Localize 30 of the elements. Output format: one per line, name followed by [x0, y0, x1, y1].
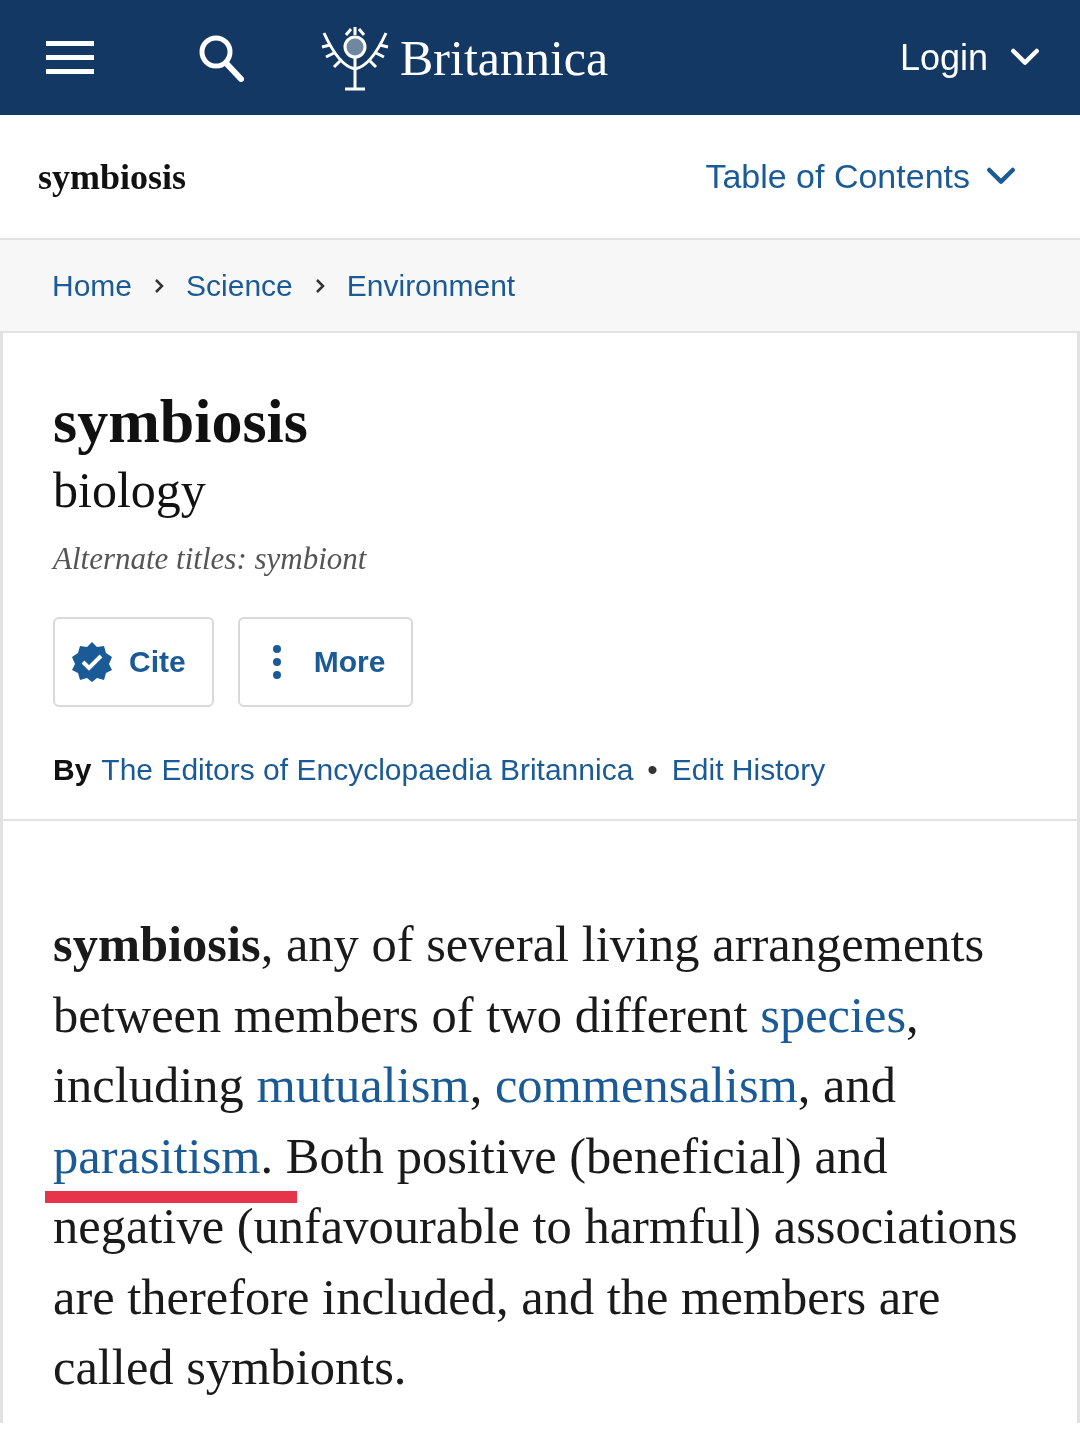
britannica-logo[interactable]: Britannica — [318, 22, 609, 93]
breadcrumb-link[interactable]: Environment — [346, 268, 516, 303]
verified-badge-icon — [71, 641, 113, 683]
article-subtitle: biology — [53, 461, 207, 520]
breadcrumb-link[interactable]: Science — [186, 268, 293, 303]
chevron-down-icon — [1010, 48, 1040, 67]
vertical-dots-icon — [272, 645, 281, 679]
byline-label: By — [53, 753, 92, 787]
breadcrumb-chevron-icon — [154, 277, 165, 294]
article-link[interactable]: parasitism — [53, 1127, 261, 1184]
more-button[interactable]: More — [237, 617, 414, 707]
breadcrumb-link[interactable]: Home — [52, 268, 133, 303]
cite-button[interactable]: Cite — [53, 617, 214, 707]
menu-icon[interactable] — [46, 40, 94, 75]
breadcrumb-chevron-icon — [314, 277, 325, 294]
author-link[interactable]: The Editors of Encyclopaedia Britannica — [101, 753, 634, 787]
chevron-down-icon — [986, 167, 1016, 186]
topic-title: symbiosis — [38, 155, 187, 198]
article-title: symbiosis — [53, 386, 309, 457]
article-link[interactable]: mutualism — [256, 1057, 470, 1113]
table-of-contents-button[interactable]: Table of Contents — [705, 157, 1016, 196]
alternate-titles: Alternate titles: symbiont — [53, 541, 368, 577]
article-paragraph: symbiosis, any of several living arrangements between members of two different species, including mutualism, commensalism, and parasitism. Both positive (beneficial) and negative (unfavourable to harmful) associations are therefore included, and the members are called symbionts. — [53, 909, 1038, 1403]
login-button[interactable]: Login — [899, 36, 1040, 79]
article-link[interactable]: species — [760, 986, 907, 1043]
brand-name: Britannica — [400, 28, 609, 87]
search-icon[interactable] — [198, 33, 244, 82]
edit-history-link[interactable]: Edit History — [671, 753, 826, 787]
article-link[interactable]: commensalism — [494, 1057, 798, 1113]
bullet-separator: • — [647, 753, 658, 787]
